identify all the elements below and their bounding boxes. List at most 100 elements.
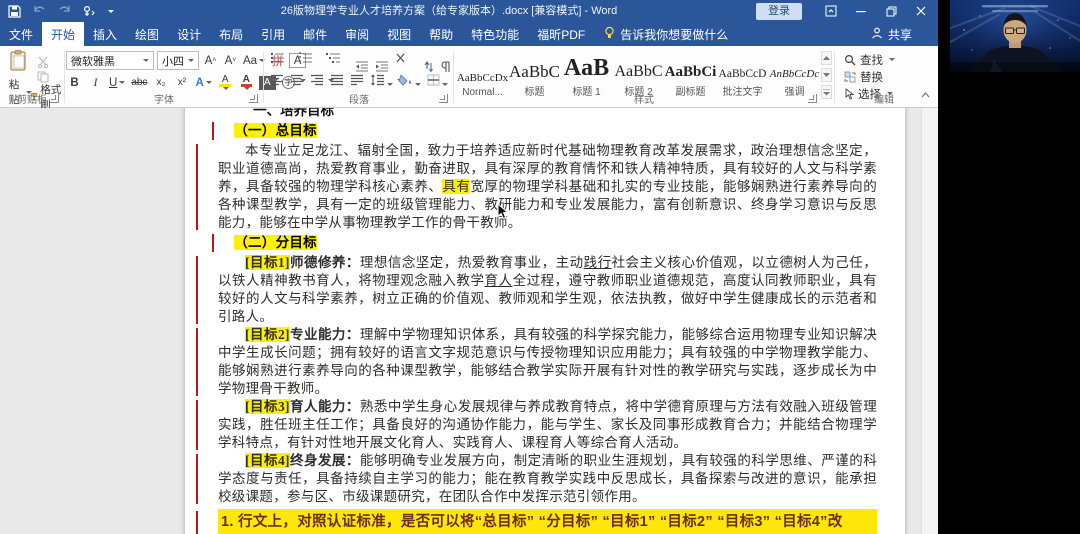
doc-heading: （一）总目标 <box>212 120 877 142</box>
tab-file[interactable]: 文件 <box>0 22 42 46</box>
styles-dialog-launcher-icon[interactable] <box>808 94 817 103</box>
strikethrough-button[interactable]: abc <box>130 73 148 92</box>
ribbon-tabs: 文件 开始 插入 绘图 设计 布局 引用 邮件 审阅 视图 帮助 特色功能 福昕… <box>0 22 938 46</box>
text-segment: 践行 <box>583 255 612 270</box>
tab-layout[interactable]: 布局 <box>210 22 252 46</box>
copy-icon <box>37 71 48 82</box>
bold-button[interactable]: B <box>66 73 83 92</box>
distribute-icon[interactable] <box>350 73 364 91</box>
restore-button[interactable] <box>876 0 906 22</box>
align-left-icon[interactable] <box>270 73 284 91</box>
text-effects-button[interactable]: A <box>194 73 212 92</box>
text-segment: （二）分目标 <box>234 235 317 250</box>
group-divider <box>263 51 264 103</box>
save-icon[interactable] <box>6 3 22 19</box>
tab-mailings[interactable]: 邮件 <box>294 22 336 46</box>
partial-heading: 一、培养目标 <box>253 108 335 118</box>
document-canvas: 一、培养目标 （一）总目标 本专业立足龙江、辐射全国，致力于培养适应新时代基础物理… <box>0 108 938 534</box>
subscript-button[interactable]: x₂ <box>152 73 169 92</box>
minimize-button[interactable] <box>846 0 876 22</box>
shrink-font-label: A <box>224 54 233 67</box>
style-preview: AaBbC <box>614 63 663 80</box>
text-segment: 专业能力： <box>289 327 360 342</box>
font-group-label: 字体 <box>154 95 174 106</box>
ribbon-display-options-icon[interactable] <box>816 0 846 22</box>
style-preview: AaBbCcDx <box>456 72 509 84</box>
search-icon <box>844 54 856 65</box>
document-title: 26版物理学专业人才培养方案（给专家版本）.docx [兼容模式] - Word <box>280 5 618 17</box>
styles-group-label: 样式 <box>634 95 654 106</box>
grow-font-button[interactable]: A ˄ <box>202 51 219 70</box>
font-color-button[interactable]: A <box>238 73 255 92</box>
styles-group: AaBbCcDx Normal... AaBbC 标题 AaB 标题 1 AaB… <box>455 46 833 107</box>
share-button[interactable]: 共享 <box>871 22 912 46</box>
find-label: 查找 <box>860 54 883 67</box>
group-divider <box>834 51 835 103</box>
superscript-button[interactable]: x² <box>173 73 190 92</box>
tell-me-box[interactable]: 告诉我你想要做什么 <box>594 22 738 46</box>
shrink-font-button[interactable]: A ˅ <box>222 51 239 70</box>
scissors-icon <box>37 56 48 68</box>
line-spacing-icon[interactable] <box>370 73 393 91</box>
paste-icon <box>10 50 26 71</box>
quick-access-toolbar <box>6 0 114 22</box>
text-effects-label: A <box>195 76 204 89</box>
doc-paragraph: [目标2]专业能力：理解中学物理知识体系，具有较强的科学探究能力，能够综合运用物… <box>196 326 877 398</box>
sign-in-button[interactable]: 登录 <box>756 2 802 20</box>
screen: 26版物理学专业人才培养方案（给专家版本）.docx [兼容模式] - Word… <box>0 0 1080 534</box>
text-segment: （一）总目标 <box>234 123 317 138</box>
replace-label: 替换 <box>860 71 883 84</box>
borders-icon[interactable] <box>427 73 448 91</box>
font-size-combo[interactable]: 小四 <box>157 51 199 70</box>
align-right-icon[interactable] <box>310 73 324 91</box>
font-dialog-launcher-icon[interactable] <box>249 94 258 103</box>
redo-icon[interactable] <box>56 3 72 19</box>
editing-group-label: 编辑 <box>874 95 894 106</box>
tab-draw[interactable]: 绘图 <box>126 22 168 46</box>
touch-mode-icon[interactable] <box>81 3 97 19</box>
replace-button[interactable]: 替换 <box>842 68 883 85</box>
tab-insert[interactable]: 插入 <box>84 22 126 46</box>
highlight-color-button[interactable]: A <box>217 73 234 92</box>
doc-paragraph: [目标1]师德修养：理想信念坚定，热爱教育事业，主动践行社会主义核心价值观，以立… <box>196 254 877 326</box>
vertical-scrollbar[interactable] <box>921 108 938 534</box>
font-size-value: 小四 <box>162 55 184 68</box>
tab-foxit-pdf[interactable]: 福昕PDF <box>528 22 594 46</box>
clipboard-dialog-launcher-icon[interactable] <box>50 94 59 103</box>
tab-home[interactable]: 开始 <box>42 22 85 46</box>
paragraph-dialog-launcher-icon[interactable] <box>439 94 448 103</box>
bold-label: B <box>70 76 79 89</box>
editing-group: 查找 替换 选择 编辑 <box>838 46 930 107</box>
qat-customize-icon[interactable] <box>108 9 114 13</box>
align-center-icon[interactable] <box>290 73 304 91</box>
doc-paragraph: [目标4]终身发展：能够明确专业发展方向，制定清晰的职业生涯规划，具有较强的科学… <box>196 452 877 506</box>
text-segment: 师德修养： <box>289 255 360 270</box>
italic-button[interactable]: I <box>87 73 104 92</box>
font-group: 微软雅黑 小四 A ˄ A ˅ Aa 拼 A B I U abc x₂ x² A… <box>66 46 307 107</box>
font-name-combo[interactable]: 微软雅黑 <box>66 51 154 70</box>
text-segment: [目标4] <box>245 453 290 468</box>
gallery-down-icon[interactable] <box>821 68 832 82</box>
style-preview: AaBbC <box>509 62 560 81</box>
italic-label: I <box>93 76 98 89</box>
text-segment: 1. 行文上，对照认证标准，是否可以将“总目标” “分目标” “目标1” “目标… <box>221 514 843 530</box>
tab-design[interactable]: 设计 <box>168 22 210 46</box>
justify-icon[interactable] <box>330 73 344 91</box>
document-page[interactable]: 一、培养目标 （一）总目标 本专业立足龙江、辐射全国，致力于培养适应新时代基础物理… <box>185 108 905 534</box>
text-segment: 育人 <box>484 273 513 288</box>
close-button[interactable] <box>906 0 936 22</box>
find-button[interactable]: 查找 <box>842 51 895 68</box>
tab-special-features[interactable]: 特色功能 <box>462 22 528 46</box>
shading-icon[interactable] <box>398 73 421 91</box>
group-divider <box>64 51 65 103</box>
comment-block: 1. 行文上，对照认证标准，是否可以将“总目标” “分目标” “目标1” “目标… <box>196 509 877 534</box>
tab-help[interactable]: 帮助 <box>420 22 462 46</box>
style-preview: AaB <box>563 55 610 81</box>
gallery-up-icon[interactable] <box>821 51 832 65</box>
tab-view[interactable]: 视图 <box>378 22 420 46</box>
tab-review[interactable]: 审阅 <box>336 22 378 46</box>
underline-button[interactable]: U <box>108 73 126 92</box>
undo-icon[interactable] <box>31 3 47 19</box>
collapse-ribbon-icon[interactable] <box>921 85 930 103</box>
tab-references[interactable]: 引用 <box>252 22 294 46</box>
